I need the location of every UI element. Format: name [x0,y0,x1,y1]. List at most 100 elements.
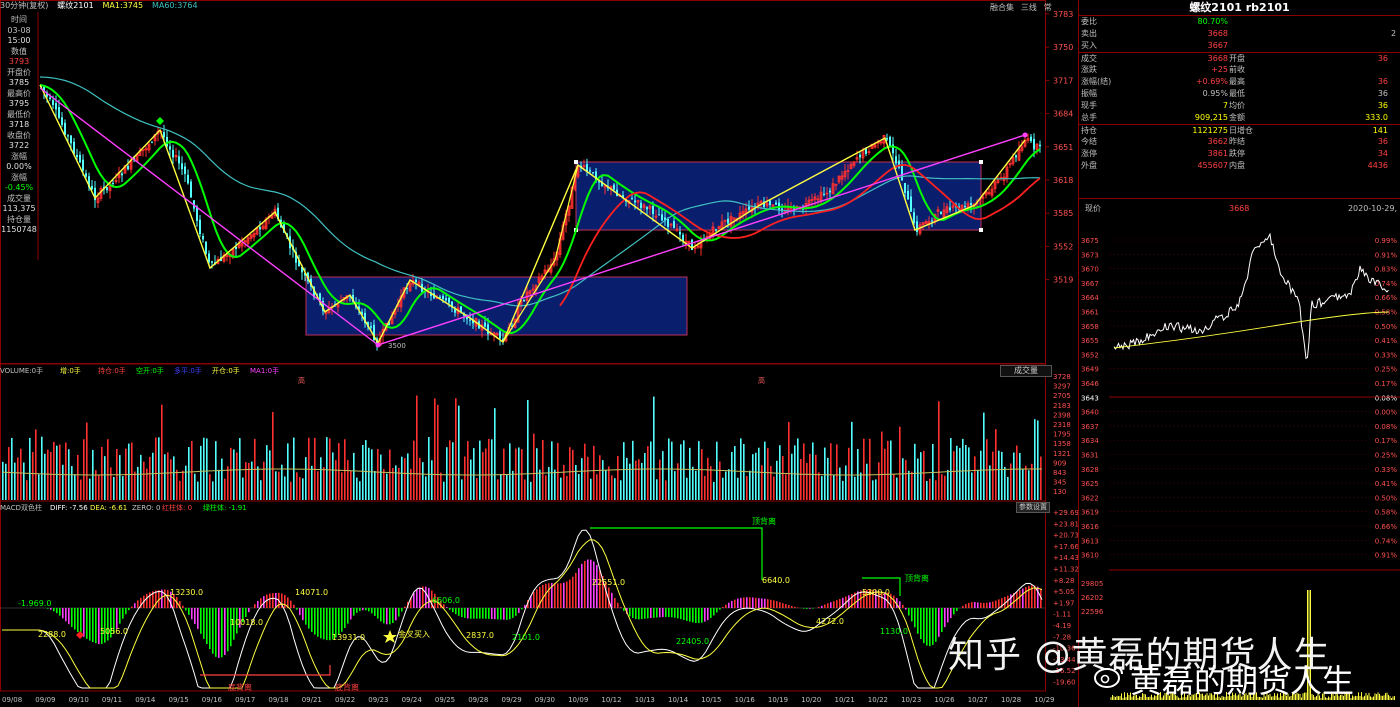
date-axis-label: 10/26 [934,696,955,704]
candle-body [904,182,906,193]
macd-value-label: -1.969.0 [18,599,51,608]
macd-params-button[interactable]: 参数设置 [1016,502,1050,513]
volume-bar [944,475,946,500]
left-info-value: 113,375 [2,204,36,213]
macd-diff: DIFF: -7.56 [50,504,88,512]
macd-bar [359,608,361,611]
macd-bar [350,608,352,620]
volume-bar [749,470,751,500]
tick-price-axis-label: 3655 [1081,337,1099,345]
volume-panel-border [0,363,1046,502]
date-axis-label: 10/29 [1034,696,1054,704]
tick-price-axis-label: 3658 [1081,323,1099,331]
macd-bar [458,608,460,616]
date-axis-label: 10/13 [635,696,655,704]
quote-row-label2: 前收 [1229,65,1245,74]
macd-bar [806,608,808,609]
tick-price-axis-label: 3634 [1081,437,1099,445]
macd-bar [914,608,916,628]
date-axis-label: 10/22 [868,696,888,704]
macd-bar [347,608,349,624]
macd-bar [245,608,247,617]
volume-bar [989,465,991,500]
macd-bar [704,608,706,622]
macd-bar [638,608,640,620]
volume-bar [686,477,688,500]
candle-body [634,200,636,203]
macd-value-label: 2101.0 [512,633,540,642]
volume-bar [455,398,457,500]
quote-row: 涨幅(结) +0.69% 最高 36 [1079,76,1400,88]
macd-bar [686,608,688,621]
macd-bar [230,608,232,647]
macd-bar [797,607,799,608]
macd-bar [809,608,811,609]
macd-bar [632,608,634,619]
macd-bar [941,608,943,632]
macd-bar [344,608,346,628]
candle-body [823,193,825,195]
volume-indicator-select[interactable]: 成交量 [1000,365,1052,377]
macd-bar [950,608,952,619]
macd-bar [773,600,775,608]
volume-bar [881,431,883,500]
volume-bar [893,473,895,500]
header-button-three-line[interactable]: 三线 [1021,3,1037,12]
macd-bar [314,608,316,635]
volume-bar [710,466,712,500]
macd-bar [509,608,511,620]
candle-body [91,185,93,190]
price-axis-label: 3618 [1053,176,1073,185]
volume-bar [329,438,331,500]
macd-axis-label: -1.11 [1053,611,1071,619]
date-axis-label: 10/27 [968,696,988,704]
macd-bar [743,597,745,608]
kline-chart-svg[interactable]: 3783 3750 3717 3684 3651 3618 3585 3552 3519 3500… [0,0,1078,707]
volume-bar [428,437,430,500]
quote-row-label2: 昨结 [1229,137,1245,146]
date-axis-label: 10/19 [768,696,788,704]
volume-axis-label: 2318 [1053,421,1071,429]
tick-pct-axis-label: 0.08% [1375,394,1398,402]
macd-bar [119,608,121,624]
candle-body [523,300,525,302]
volume-bar [311,465,313,500]
volume-bar [977,470,979,500]
volume-bar [317,471,319,500]
candle-body [589,170,591,172]
kline-chart-area[interactable]: 3783 3750 3717 3684 3651 3618 3585 3552 3519 3500… [0,0,1078,707]
macd-bar [623,608,625,611]
tick-pct-axis-label: 0.91% [1375,552,1398,560]
macd-bar [962,605,964,608]
volume-bar [968,447,970,500]
macd-bar [566,581,568,608]
quote-row-value2: 36 [1377,137,1388,146]
volume-bar [626,457,628,500]
date-axis-label: 09/16 [202,696,223,704]
volume-bar [722,477,724,500]
date-axis-label: 09/18 [268,696,288,704]
volume-bar [56,445,58,500]
volume-bar [380,454,382,500]
volume-bar [257,466,259,500]
price-axis-label: 3585 [1053,209,1073,218]
header-button-merge[interactable]: 融合集 [990,3,1014,12]
volume-bar [839,467,841,500]
macd-dea: DEA: -6.61 [90,504,127,512]
volume-bar [404,458,406,500]
macd-bar [611,592,613,608]
macd-bar [617,602,619,608]
tick-pct-axis-label: 0.74% [1375,537,1398,545]
volume-bar [548,467,550,500]
macd-bar [731,601,733,608]
volume-bar [866,463,868,500]
macd-value-label: 6606.0 [432,596,460,605]
price-axis-label: 3552 [1053,242,1073,251]
header-button-normal[interactable]: 常 [1044,3,1052,12]
macd-bar [689,608,691,622]
symbol-label: 螺纹2101 [57,1,94,10]
tick-pct-axis-label: 0.50% [1375,323,1398,331]
volume-bar [233,449,235,500]
volume-bar [938,401,940,500]
macd-value-label: 5056.0 [100,627,128,636]
